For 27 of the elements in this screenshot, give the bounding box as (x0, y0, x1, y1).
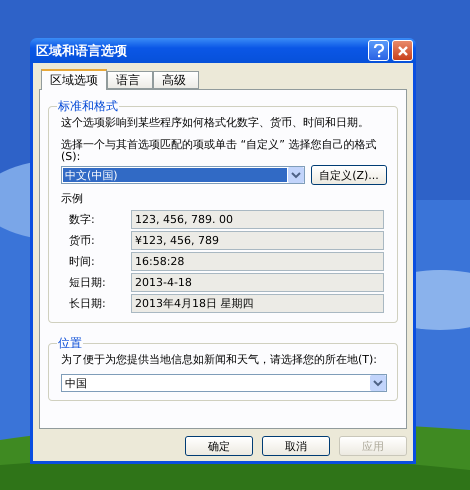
dialog-button[interactable]: 确定 (185, 436, 253, 456)
section-label: 示例 (61, 193, 84, 205)
tab[interactable]: 语言 (107, 71, 153, 89)
sample-field: 16:58:28 (131, 252, 384, 271)
format-dropdown[interactable]: 中文(中国) (61, 166, 305, 184)
prompt-text: 选择一个与其首选项匹配的项或单击 “自定义” 选择您自己的格式(S): (61, 139, 378, 163)
prompt-text: 为了便于为您提供当地信息如新闻和天气，请选择您的所在地(T): (61, 354, 378, 366)
sample-label: 长日期: (68, 296, 107, 311)
sample-field: 2013-4-18 (131, 273, 384, 292)
group-title: 标准和格式 (57, 98, 119, 115)
sample-label: 短日期: (68, 275, 107, 290)
tab[interactable]: 高级 (153, 71, 199, 89)
sample-label: 货币: (68, 233, 96, 248)
customize-button[interactable]: 自定义(Z)... (311, 165, 387, 185)
sample-field: 123, 456, 789. 00 (131, 210, 384, 229)
tab[interactable]: 区域选项 (41, 69, 107, 90)
group-title: 位置 (57, 335, 83, 352)
location-dropdown[interactable]: 中国 (61, 374, 387, 392)
window-title: 区域和语言选项 (36, 42, 128, 60)
dialog-button[interactable]: 取消 (262, 436, 330, 456)
sample-field: 2013年4月18日 星期四 (131, 294, 384, 313)
sample-field: ¥123, 456, 789 (131, 231, 384, 250)
help-icon[interactable] (368, 40, 389, 61)
close-icon[interactable] (392, 40, 413, 61)
sample-label: 时间: (68, 254, 96, 269)
description-text: 这个选项影响到某些程序如何格式化数字、货币、时间和日期。 (61, 117, 370, 129)
sample-label: 数字: (68, 212, 96, 227)
